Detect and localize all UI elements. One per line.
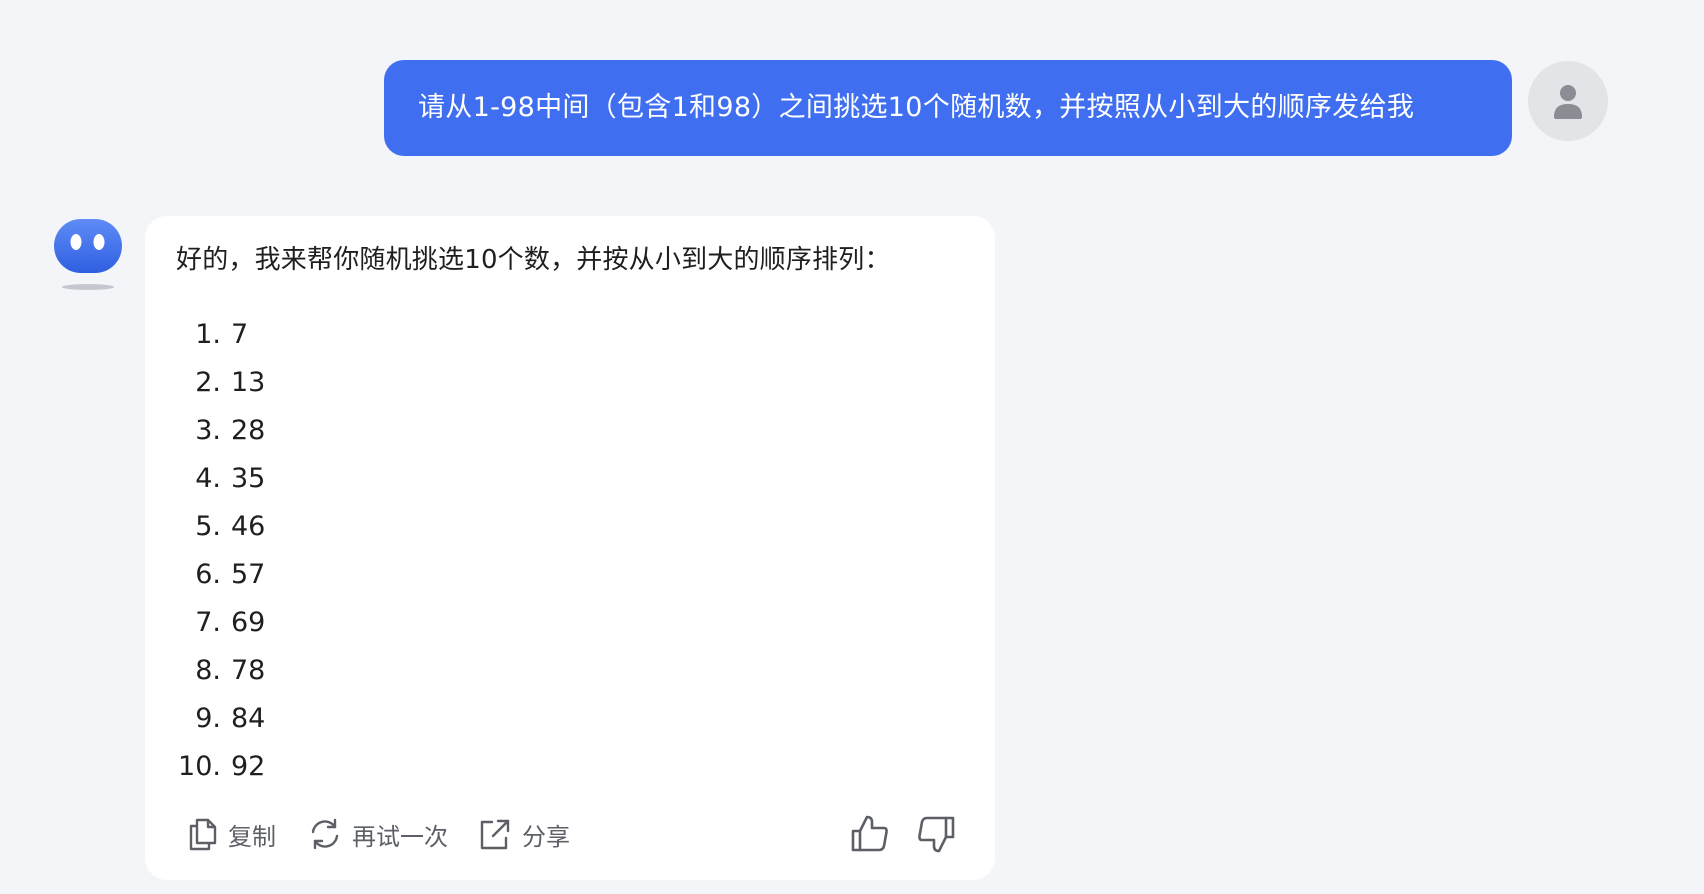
share-label: 分享 (522, 822, 570, 851)
assistant-intro-text: 好的，我来帮你随机挑选10个数，并按从小到大的顺序排列： (176, 245, 891, 275)
thumbs-down-icon (918, 816, 955, 853)
list-item-index: 2. (195, 366, 221, 398)
list-item-index: 6. (195, 558, 221, 590)
list-item: 4. 35 (165, 454, 265, 502)
list-item-value: 57 (231, 558, 266, 590)
like-button[interactable] (849, 813, 891, 855)
dislike-button[interactable] (915, 813, 957, 855)
list-item-index: 1. (195, 318, 221, 350)
list-item: 3. 28 (165, 406, 265, 454)
list-item: 1. 7 (165, 310, 265, 358)
list-item: 2. 13 (165, 358, 265, 406)
list-item: 6. 57 (165, 550, 265, 598)
list-item-index: 4. (195, 462, 221, 494)
list-item-value: 7 (231, 318, 249, 350)
list-item-value: 69 (231, 606, 266, 638)
bot-avatar (50, 215, 126, 295)
list-item-index: 10. (178, 750, 221, 782)
user-message-text: 请从1-98中间（包含1和98）之间挑选10个随机数，并按照从小到大的顺序发给我 (418, 92, 1415, 123)
list-item-value: 84 (231, 702, 266, 734)
list-item: 8. 78 (165, 646, 265, 694)
copy-button[interactable]: 复制 (188, 814, 276, 854)
list-item-index: 7. (195, 606, 221, 638)
list-item-value: 46 (231, 510, 266, 542)
assistant-message-card: 好的，我来帮你随机挑选10个数，并按从小到大的顺序排列： 1. 7 2. 13 … (145, 216, 995, 880)
random-number-list: 1. 7 2. 13 3. 28 4. 35 5. 46 6. 57 7. 69… (165, 310, 265, 790)
list-item-index: 8. (195, 654, 221, 686)
copy-label: 复制 (228, 822, 276, 851)
list-item-value: 35 (231, 462, 266, 494)
list-item-value: 13 (231, 366, 266, 398)
copy-icon (189, 818, 217, 851)
list-item-value: 78 (231, 654, 266, 686)
share-icon (480, 819, 510, 850)
bot-face-icon (54, 219, 122, 290)
list-item: 5. 46 (165, 502, 265, 550)
list-item-index: 9. (195, 702, 221, 734)
retry-button[interactable]: 再试一次 (308, 814, 448, 854)
thumbs-up-icon (851, 815, 888, 852)
list-item: 10. 92 (165, 742, 265, 790)
user-message-bubble: 请从1-98中间（包含1和98）之间挑选10个随机数，并按照从小到大的顺序发给我 (384, 60, 1512, 156)
user-avatar (1528, 61, 1608, 141)
list-item-index: 3. (195, 414, 221, 446)
list-item: 9. 84 (165, 694, 265, 742)
list-item-index: 5. (195, 510, 221, 542)
share-button[interactable]: 分享 (478, 814, 570, 854)
refresh-icon (311, 818, 339, 850)
person-icon (1554, 85, 1582, 119)
retry-label: 再试一次 (352, 822, 448, 851)
list-item-value: 92 (231, 750, 266, 782)
list-item-value: 28 (231, 414, 266, 446)
list-item: 7. 69 (165, 598, 265, 646)
